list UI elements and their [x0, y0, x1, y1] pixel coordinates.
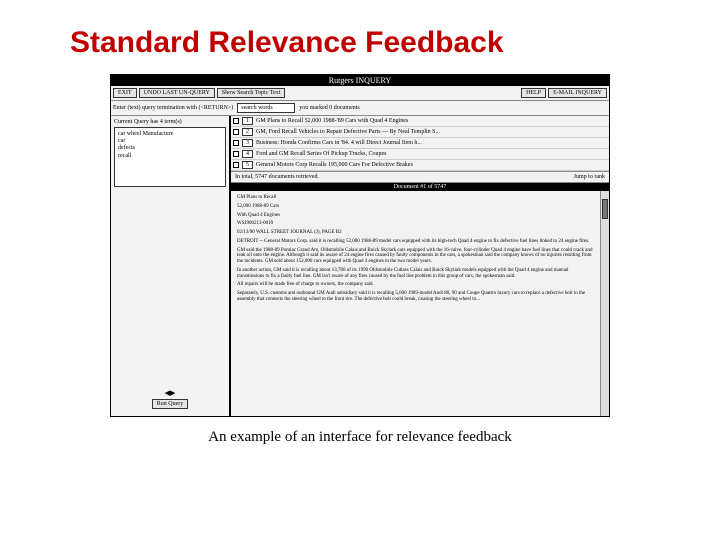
result-title: General Motors Corp Recalls 195,000 Cars… [256, 162, 413, 168]
query-terms-label: Current Query has 4 term(s) [114, 119, 226, 125]
result-title: GM Plans to Recall 52,000 1988-'89 Cars … [256, 118, 408, 124]
doc-line: Separately, U.S. customs and outbound GM… [237, 291, 594, 303]
left-pane: Current Query has 4 term(s) car wheel Ma… [111, 116, 231, 416]
result-row[interactable]: 2 GM, Ford Recall Vehicles to Repair Def… [231, 127, 609, 138]
app-body: Current Query has 4 term(s) car wheel Ma… [111, 116, 609, 416]
result-title: Ford and GM Recall Series Of Pickup Truc… [256, 151, 387, 157]
doc-line: GM Plans to Recall [237, 195, 594, 201]
show-topic-button[interactable]: Show Search Topic Text [217, 88, 285, 98]
query-terms-box[interactable]: car wheel Manufacture car defects recall [114, 127, 226, 187]
term: recall [118, 153, 222, 160]
rank: 5 [242, 161, 253, 169]
result-row[interactable]: 5 General Motors Corp Recalls 195,000 Ca… [231, 160, 609, 171]
right-pane: 1 GM Plans to Recall 52,000 1988-'89 Car… [231, 116, 609, 416]
toolbar: EXIT UNDO LAST UN-QUERY Show Search Topi… [111, 86, 609, 101]
relevance-checkbox[interactable] [233, 118, 239, 124]
results-list: 1 GM Plans to Recall 52,000 1988-'89 Car… [231, 116, 609, 172]
relevance-checkbox[interactable] [233, 129, 239, 135]
rank: 4 [242, 150, 253, 158]
results-footer: In total, 5747 documents retrieved. Jump… [231, 172, 609, 183]
undo-button[interactable]: UNDO LAST UN-QUERY [139, 88, 215, 98]
help-button[interactable]: HELP [521, 88, 546, 98]
doc-line: DETROIT -- General Motors Corp. said it … [237, 239, 594, 245]
doc-line: With Quad 4 Engines [237, 213, 594, 219]
marked-msg: you marked 0 documents [299, 105, 360, 111]
run-query-button[interactable]: Run Query [152, 399, 189, 409]
search-input[interactable]: search words [237, 103, 295, 113]
jump-to-rank-label[interactable]: Jump to rank [574, 174, 605, 180]
doc-line: In another action, GM said it is recalli… [237, 268, 594, 280]
exit-button[interactable]: EXIT [113, 88, 137, 98]
relevance-checkbox[interactable] [233, 151, 239, 157]
rank: 2 [242, 128, 253, 136]
doc-header: Document #1 of 5747 [231, 183, 609, 191]
slide: Standard Relevance Feedback Rutgers INQU… [0, 0, 720, 540]
rank: 3 [242, 139, 253, 147]
relevance-checkbox[interactable] [233, 140, 239, 146]
result-row[interactable]: 1 GM Plans to Recall 52,000 1988-'89 Car… [231, 116, 609, 127]
scroll-thumb[interactable] [602, 199, 608, 219]
relevance-checkbox[interactable] [233, 162, 239, 168]
app-window: Rutgers INQUERY EXIT UNDO LAST UN-QUERY … [110, 74, 610, 417]
pane-resize-arrows[interactable]: ◀▶ [114, 388, 226, 398]
result-title: Business: Honda Confirms Cars in '84. 4 … [256, 140, 422, 146]
query-prompt: Enter (text) query termination with (<RE… [113, 105, 233, 111]
doc-line: GM said the 1988-89 Pontiac Grand Am, Ol… [237, 248, 594, 265]
result-row[interactable]: 4 Ford and GM Recall Series Of Pickup Tr… [231, 149, 609, 160]
doc-line: 02/13/90 WALL STREET JOURNAL (J), PAGE B… [237, 230, 594, 236]
doc-line: 52,000 1988-89 Cars [237, 204, 594, 210]
result-title: GM, Ford Recall Vehicles to Repair Defec… [256, 129, 440, 135]
results-count: In total, 5747 documents retrieved. [235, 174, 319, 180]
window-titlebar: Rutgers INQUERY [111, 75, 609, 86]
doc-line: All repairs will be made free of charge … [237, 282, 594, 288]
doc-line: WSJ900213-0010 [237, 221, 594, 227]
doc-body: GM Plans to Recall 52,000 1988-89 Cars W… [231, 191, 609, 416]
term: car wheel Manufacture [118, 131, 222, 138]
result-row[interactable]: 3 Business: Honda Confirms Cars in '84. … [231, 138, 609, 149]
doc-text: GM Plans to Recall 52,000 1988-89 Cars W… [231, 191, 600, 416]
rank: 1 [242, 117, 253, 125]
term: defects [118, 145, 222, 152]
slide-caption: An example of an interface for relevance… [30, 429, 690, 446]
doc-scrollbar[interactable] [600, 191, 609, 416]
query-row: Enter (text) query termination with (<RE… [111, 101, 609, 116]
email-button[interactable]: E-MAIL INQUERY [548, 88, 607, 98]
slide-title: Standard Relevance Feedback [70, 26, 690, 60]
